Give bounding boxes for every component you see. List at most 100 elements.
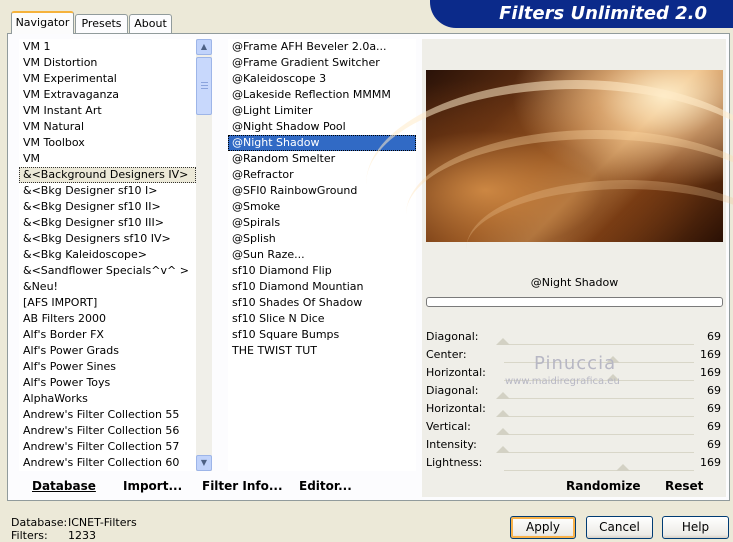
category-item[interactable]: Andrew's Filter Collection 60 xyxy=(19,455,196,471)
watermark-site: www.maidiregrafica.eu xyxy=(505,376,620,387)
param-label: Intensity: xyxy=(426,438,477,451)
param-row[interactable]: Intensity: 69 xyxy=(426,436,724,454)
database-button[interactable]: Database xyxy=(32,478,96,494)
tab-navigator[interactable]: Navigator xyxy=(11,11,74,34)
filter-item[interactable]: @Frame Gradient Switcher xyxy=(228,55,416,71)
category-item[interactable]: Andrew's Filter Collection 56 xyxy=(19,423,196,439)
import-button-label: Import... xyxy=(123,479,183,493)
scroll-thumb[interactable] xyxy=(196,57,212,115)
app-title-banner: Filters Unlimited 2.0 xyxy=(430,0,733,28)
param-row[interactable]: Vertical: 69 xyxy=(426,418,724,436)
param-slider-thumb[interactable] xyxy=(496,338,510,345)
category-item[interactable]: &<Bkg Designers sf10 IV> xyxy=(19,231,196,247)
param-value: 69 xyxy=(707,402,721,415)
category-item[interactable]: &<Sandflower Specials^v^ > xyxy=(19,263,196,279)
param-row[interactable]: Lightness: 169 xyxy=(426,454,724,472)
filter-item[interactable]: @Kaleidoscope 3 xyxy=(228,71,416,87)
filter-item[interactable]: @Night Shadow Pool xyxy=(228,119,416,135)
filter-list[interactable]: @Frame AFH Beveler 2.0a... @Frame Gradien… xyxy=(228,39,416,471)
category-item[interactable]: [AFS IMPORT] xyxy=(19,295,196,311)
filter-item[interactable]: @Splish xyxy=(228,231,416,247)
tab-about[interactable]: About xyxy=(129,14,172,33)
filter-item[interactable]: sf10 Diamond Flip xyxy=(228,263,416,279)
filter-item[interactable]: @Lakeside Reflection MMMM xyxy=(228,87,416,103)
database-button-label: Database xyxy=(32,479,96,493)
scroll-down-button[interactable]: ▼ xyxy=(196,455,212,471)
filter-item[interactable]: @Frame AFH Beveler 2.0a... xyxy=(228,39,416,55)
category-item[interactable]: AlphaWorks xyxy=(19,391,196,407)
randomize-button-label: Randomize xyxy=(566,479,641,493)
category-item[interactable]: Alf's Power Grads xyxy=(19,343,196,359)
param-label: Horizontal: xyxy=(426,366,486,379)
param-label: Vertical: xyxy=(426,420,471,433)
param-slider-thumb[interactable] xyxy=(496,392,510,399)
category-item[interactable]: VM Experimental xyxy=(19,71,196,87)
category-item[interactable]: VM Extravaganza xyxy=(19,87,196,103)
param-label: Lightness: xyxy=(426,456,483,469)
tab-presets-label: Presets xyxy=(81,17,122,30)
param-slider-thumb[interactable] xyxy=(496,410,510,417)
cancel-button[interactable]: Cancel xyxy=(586,516,653,539)
filter-info-button[interactable]: Filter Info... xyxy=(202,478,283,494)
editor-button-label: Editor... xyxy=(299,479,352,493)
reset-button[interactable]: Reset xyxy=(665,478,703,494)
category-item[interactable]: &<Bkg Designer sf10 I> xyxy=(19,183,196,199)
category-item[interactable]: Andrew's Filter Collection 55 xyxy=(19,407,196,423)
filter-item[interactable]: THE TWIST TUT xyxy=(228,343,416,359)
param-slider-thumb[interactable] xyxy=(496,428,510,435)
param-value: 169 xyxy=(700,456,721,469)
apply-button[interactable]: Apply xyxy=(510,516,576,539)
help-button[interactable]: Help xyxy=(662,516,729,539)
status-database-value: ICNET-Filters xyxy=(68,516,137,529)
param-row[interactable]: Horizontal: 69 xyxy=(426,400,724,418)
category-item[interactable]: &<Bkg Designer sf10 III> xyxy=(19,215,196,231)
param-slider-track[interactable] xyxy=(504,434,694,435)
category-list[interactable]: VM 1 VM Distortion VM Experimental VM Extra… xyxy=(19,39,196,471)
category-item[interactable]: &Neu! xyxy=(19,279,196,295)
editor-button[interactable]: Editor... xyxy=(299,478,352,494)
category-item[interactable]: Alf's Power Toys xyxy=(19,375,196,391)
import-button[interactable]: Import... xyxy=(123,478,182,494)
help-button-label: Help xyxy=(681,520,710,534)
filter-item[interactable]: sf10 Slice N Dice xyxy=(228,311,416,327)
category-item[interactable]: VM Toolbox xyxy=(19,135,196,151)
category-item[interactable]: &<Bkg Designer sf10 II> xyxy=(19,199,196,215)
param-slider-track[interactable] xyxy=(504,452,694,453)
cancel-button-label: Cancel xyxy=(599,520,640,534)
param-label: Horizontal: xyxy=(426,402,486,415)
filter-item[interactable]: sf10 Shades Of Shadow xyxy=(228,295,416,311)
filter-item[interactable]: @Sun Raze... xyxy=(228,247,416,263)
category-item[interactable]: VM Distortion xyxy=(19,55,196,71)
category-scrollbar[interactable]: ▲ ▼ xyxy=(196,39,212,471)
category-item[interactable]: Alf's Border FX xyxy=(19,327,196,343)
category-item[interactable]: Andrew's Filter Collection 57 xyxy=(19,439,196,455)
param-value: 169 xyxy=(700,348,721,361)
randomize-button[interactable]: Randomize xyxy=(566,478,640,494)
category-item[interactable]: VM xyxy=(19,151,196,167)
category-item[interactable]: AB Filters 2000 xyxy=(19,311,196,327)
param-slider-track[interactable] xyxy=(504,398,694,399)
filter-item[interactable]: sf10 Diamond Mountian xyxy=(228,279,416,295)
filter-item[interactable]: @Light Limiter xyxy=(228,103,416,119)
param-value: 169 xyxy=(700,366,721,379)
param-slider-track[interactable] xyxy=(504,470,694,471)
param-label: Center: xyxy=(426,348,467,361)
param-slider-track[interactable] xyxy=(504,416,694,417)
category-item[interactable]: Alf's Power Sines xyxy=(19,359,196,375)
param-slider-track[interactable] xyxy=(504,344,694,345)
category-item[interactable]: &<Bkg Kaleidoscope> xyxy=(19,247,196,263)
category-item[interactable]: &<Background Designers IV> xyxy=(19,167,196,183)
scroll-up-button[interactable]: ▲ xyxy=(196,39,212,55)
param-label: Diagonal: xyxy=(426,330,479,343)
category-item[interactable]: VM Instant Art xyxy=(19,103,196,119)
preview-image xyxy=(366,70,733,242)
param-slider-thumb[interactable] xyxy=(616,464,630,471)
apply-button-label: Apply xyxy=(526,520,560,534)
filter-item[interactable]: sf10 Square Bumps xyxy=(228,327,416,343)
param-label: Diagonal: xyxy=(426,384,479,397)
category-item[interactable]: VM Natural xyxy=(19,119,196,135)
category-item[interactable]: VM 1 xyxy=(19,39,196,55)
param-row[interactable]: Diagonal: 69 xyxy=(426,328,724,346)
param-slider-thumb[interactable] xyxy=(496,446,510,453)
tab-presets[interactable]: Presets xyxy=(75,14,128,33)
